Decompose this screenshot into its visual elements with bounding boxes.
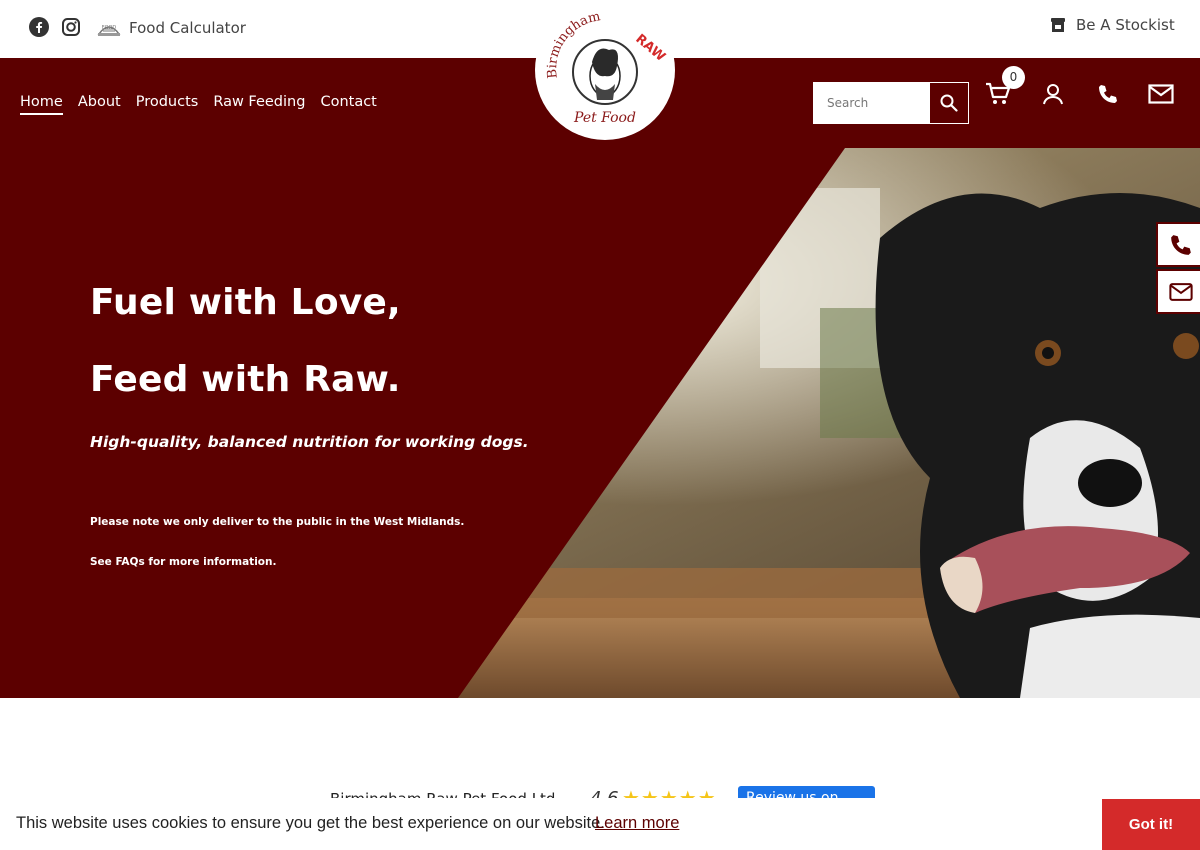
hero-subtitle: High-quality, balanced nutrition for wor… xyxy=(90,433,529,451)
user-account-icon[interactable] xyxy=(1040,82,1066,106)
nav-item-home[interactable]: Home xyxy=(20,94,63,115)
cart-count-badge: 0 xyxy=(1002,66,1025,89)
faq-note: See FAQs for more information. xyxy=(90,556,277,568)
search-icon xyxy=(940,94,958,112)
logo-bottom-text: Pet Food xyxy=(573,110,636,126)
search-button[interactable] xyxy=(929,82,969,124)
cookie-message: This website uses cookies to ensure you … xyxy=(16,814,605,832)
phone-icon xyxy=(1171,234,1191,255)
floating-mail-button[interactable] xyxy=(1156,269,1200,314)
hero-title-line-2: Feed with Raw. xyxy=(90,359,401,400)
nav-item-raw-feeding[interactable]: Raw Feeding xyxy=(213,94,305,115)
search-input[interactable] xyxy=(813,82,929,124)
delivery-note: Please note we only deliver to the publi… xyxy=(90,516,465,528)
site-logo[interactable]: Birmingham RAW Pet Food xyxy=(535,0,675,140)
hero-title-line-1: Fuel with Love, xyxy=(90,282,401,323)
store-icon[interactable] xyxy=(1050,16,1066,34)
svg-text:FOOD: FOOD xyxy=(102,25,117,31)
nav-item-about[interactable]: About xyxy=(78,94,121,115)
be-a-stockist-link[interactable]: Be A Stockist xyxy=(1076,16,1175,34)
search-box xyxy=(812,81,970,125)
hero-section: Fuel with Love, Feed with Raw. High-qual… xyxy=(0,148,1200,698)
food-bowl-icon[interactable]: FOOD xyxy=(96,16,122,38)
cookie-accept-button[interactable]: Got it! xyxy=(1102,799,1200,850)
reviews-section: Birmingham Raw Pet Food Ltd 4.6 ★★★★★ Re… xyxy=(0,698,1200,816)
mail-icon xyxy=(1169,282,1193,301)
mail-icon[interactable] xyxy=(1148,82,1174,106)
facebook-icon[interactable] xyxy=(29,17,49,37)
nav-item-contact[interactable]: Contact xyxy=(320,94,376,115)
cookie-consent-bar: This website uses cookies to ensure you … xyxy=(0,798,1200,850)
main-nav: Home About Products Raw Feeding Contact xyxy=(20,94,377,115)
logo-accent-text: RAW xyxy=(632,32,668,65)
phone-icon[interactable] xyxy=(1095,82,1121,106)
food-calculator-link[interactable]: Food Calculator xyxy=(129,19,246,37)
instagram-icon[interactable] xyxy=(62,18,80,36)
cookie-learn-more-link[interactable]: Learn more xyxy=(595,814,679,833)
floating-phone-button[interactable] xyxy=(1156,222,1200,267)
nav-item-products[interactable]: Products xyxy=(136,94,199,115)
